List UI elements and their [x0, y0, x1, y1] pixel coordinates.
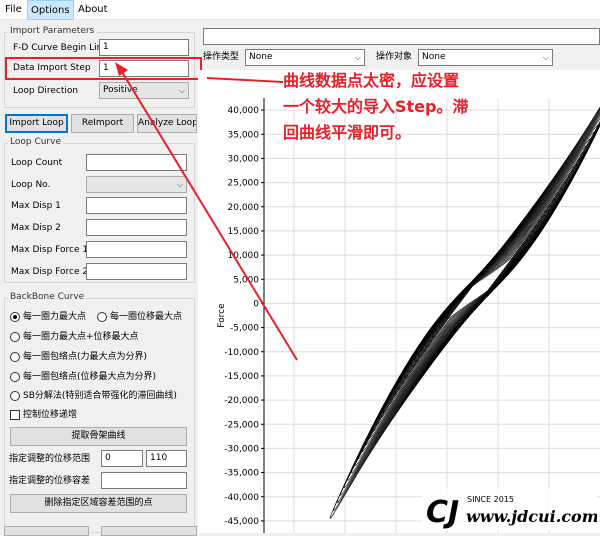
arrow-line-1: [207, 78, 283, 82]
arrow-line-2: [122, 72, 297, 360]
logo-mark: CJ: [426, 495, 459, 530]
logo-since: SINCE 2015: [467, 495, 514, 504]
watermark-logo: CJ SINCE 2015 www.jdcui.com: [422, 488, 597, 530]
logo-url: www.jdcui.com: [466, 507, 597, 526]
arrow-head: [115, 62, 128, 76]
logo-mark-icon: CJ SINCE 2015 www.jdcui.com: [422, 488, 597, 530]
annotation-arrow: [0, 0, 600, 533]
